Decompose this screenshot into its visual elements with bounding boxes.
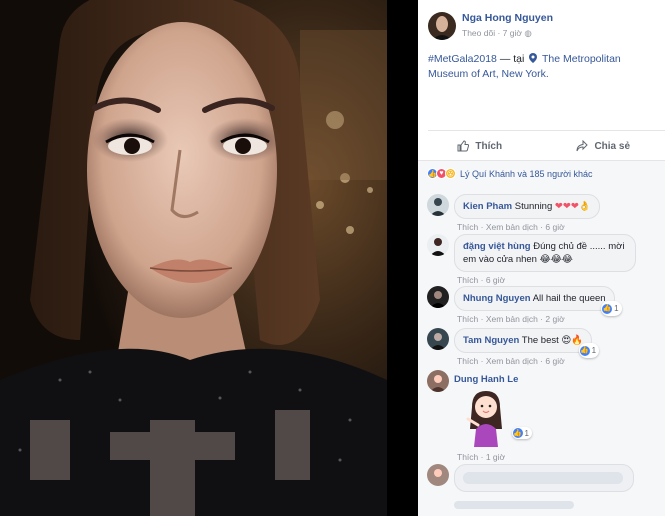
comment: Nhung Nguyen All hail the queen 👍 1 Thíc…: [427, 286, 622, 324]
comment-bubble: Tam Nguyen The best 😍🔥 👍 1: [454, 328, 600, 358]
like-label: Thích: [475, 140, 503, 152]
share-arrow-icon: [576, 140, 589, 152]
photo-viewer: Nga Hong Nguyen Theo dõi · 7 giờ ◍ #MetG…: [0, 0, 665, 516]
sticker-image: [466, 391, 502, 447]
divider: [428, 130, 665, 131]
wow-reaction-icon: 😮: [445, 168, 456, 179]
comment: đặng việt hùng Đúng chủ đề ...... mời em…: [427, 234, 636, 285]
translate-link[interactable]: Xem bản dịch: [486, 222, 538, 232]
location-at: — tại: [499, 53, 525, 65]
redacted-text: [463, 472, 623, 484]
commenter-avatar[interactable]: [427, 370, 449, 392]
viewer-divider: [387, 0, 418, 516]
comment-text: The best: [521, 335, 559, 346]
commenter-name[interactable]: Tam Nguyen: [463, 335, 519, 346]
post-sidebar: Nga Hong Nguyen Theo dõi · 7 giờ ◍ #MetG…: [418, 0, 665, 516]
reactions-text: Lý Quí Khánh và 185 người khác: [460, 168, 593, 179]
globe-icon: ◍: [524, 28, 532, 38]
redacted-text: [454, 501, 574, 509]
commenter-avatar[interactable]: [427, 328, 449, 350]
comment-reactions[interactable]: 👍 1: [601, 301, 622, 316]
commenter-avatar[interactable]: [427, 234, 449, 256]
post-caption: #MetGala2018 — tại The Metropolitan Muse…: [428, 52, 660, 82]
comment-actions: Thích · Xem bản dịch · 6 giờ: [457, 222, 565, 232]
comment-time[interactable]: 6 giờ: [545, 222, 564, 232]
post-header: Nga Hong Nguyen Theo dõi · 7 giờ ◍: [428, 12, 553, 40]
commenter-name[interactable]: Kien Pham: [463, 201, 512, 212]
reaction-count: 1: [591, 346, 597, 355]
reactions-summary[interactable]: 👍 ♥ 😮 Lý Quí Khánh và 185 người khác: [418, 160, 665, 186]
like-reaction-icon: 👍: [579, 345, 590, 356]
translate-link[interactable]: Xem bản dịch: [486, 314, 538, 324]
like-reaction-icon: 👍: [512, 428, 523, 438]
post-time[interactable]: 7 giờ: [503, 28, 522, 38]
follow-link[interactable]: Theo dõi: [462, 28, 495, 38]
commenter-name[interactable]: Nhung Nguyen: [463, 293, 531, 304]
comment-text: Stunning: [514, 201, 553, 212]
reaction-count: 1: [524, 428, 529, 438]
comment-bubble: đặng việt hùng Đúng chủ đề ...... mời em…: [454, 234, 636, 272]
commenter-name[interactable]: Dung Hanh Le: [454, 374, 518, 385]
comment: Dung Hanh Le 👍 1 Thích · 1 giờ: [427, 370, 532, 462]
comment-emoji: 😂😂😂: [539, 254, 573, 265]
comment-bubble: Nhung Nguyen All hail the queen 👍 1: [454, 286, 622, 316]
comment-actions: Thích · Xem bản dịch · 2 giờ: [457, 314, 565, 324]
comment-actions: Thích · Xem bản dịch · 6 giờ: [457, 356, 565, 366]
location-pin-icon: [529, 53, 538, 63]
selfie-image: [0, 0, 387, 516]
reaction-count: 1: [614, 304, 619, 313]
girl-sticker[interactable]: 👍 1: [454, 389, 532, 449]
commenter-avatar[interactable]: [427, 194, 449, 216]
comment-time[interactable]: 1 giờ: [486, 452, 505, 462]
comment-reactions[interactable]: 👍 1: [511, 427, 532, 439]
comment-time[interactable]: 6 giờ: [545, 356, 564, 366]
comment-emoji: ❤❤❤👌: [554, 201, 591, 212]
comment-actions: Thích · 1 giờ: [457, 452, 506, 462]
comment-text: All hail the queen: [532, 293, 606, 304]
comment-like-link[interactable]: Thích: [457, 222, 478, 232]
commenter-avatar[interactable]: [427, 464, 449, 486]
post-actions: Thích Chia sẻ: [418, 136, 665, 156]
share-label: Chia sẻ: [594, 140, 631, 152]
comment-like-link[interactable]: Thích: [457, 356, 478, 366]
like-reaction-icon: 👍: [602, 303, 613, 314]
translate-link[interactable]: Xem bản dịch: [486, 356, 538, 366]
commenter-name[interactable]: đặng việt hùng: [463, 241, 531, 252]
comment-like-link[interactable]: Thích: [457, 314, 478, 324]
thumbs-up-icon: [457, 140, 470, 152]
hashtag-link[interactable]: #MetGala2018: [428, 53, 497, 65]
commenter-avatar[interactable]: [427, 286, 449, 308]
comment-time[interactable]: 6 giờ: [486, 275, 505, 285]
comment: [427, 464, 634, 509]
comment-actions: Thích · 6 giờ: [457, 275, 506, 285]
blurred-comment: [454, 464, 634, 492]
comment-time[interactable]: 2 giờ: [545, 314, 564, 324]
share-button[interactable]: Chia sẻ: [542, 136, 665, 156]
author-name[interactable]: Nga Hong Nguyen: [462, 12, 553, 25]
comment-like-link[interactable]: Thích: [457, 452, 478, 462]
comment-reactions[interactable]: 👍 1: [578, 343, 600, 358]
post-meta: Theo dõi · 7 giờ ◍: [462, 28, 532, 38]
comment: Kien Pham Stunning ❤❤❤👌 Thích · Xem bản …: [427, 194, 600, 232]
comment-like-link[interactable]: Thích: [457, 275, 478, 285]
comment-bubble: Kien Pham Stunning ❤❤❤👌: [454, 194, 600, 219]
post-photo[interactable]: [0, 0, 387, 516]
comments-list: Kien Pham Stunning ❤❤❤👌 Thích · Xem bản …: [418, 186, 665, 516]
comment: Tam Nguyen The best 😍🔥 👍 1 Thích · Xem b…: [427, 328, 600, 366]
like-button[interactable]: Thích: [418, 136, 542, 156]
author-avatar[interactable]: [428, 12, 456, 40]
